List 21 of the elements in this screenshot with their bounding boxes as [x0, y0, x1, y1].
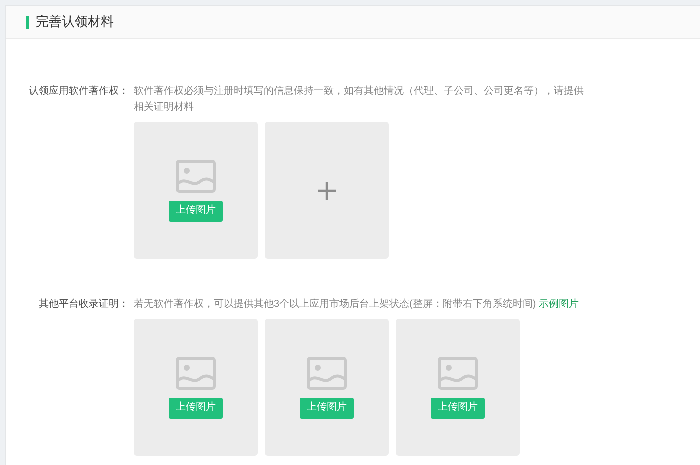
upload-button[interactable]: 上传图片	[169, 200, 223, 222]
field-hint: 软件著作权必须与注册时填写的信息保持一致，如有其他情况（代理、子公司、公司更名等），请提供相关证明材料	[134, 84, 584, 115]
field-label: 其他平台收录证明：	[39, 298, 129, 312]
upload-button[interactable]: 上传图片	[300, 398, 354, 418]
upload-tile[interactable]: 上传图片	[134, 122, 258, 259]
upload-button[interactable]: 上传图片	[431, 398, 485, 418]
upload-tile[interactable]: 上传图片	[265, 319, 389, 456]
section-title: 完善认领材料	[36, 13, 114, 32]
field-label: 认领应用软件著作权：	[29, 84, 129, 99]
plus-icon	[318, 182, 336, 200]
image-icon	[438, 356, 478, 390]
upload-tile[interactable]: 上传图片	[134, 319, 258, 456]
example-link[interactable]: 示例图片	[539, 299, 580, 310]
image-icon	[176, 356, 216, 390]
upload-button[interactable]: 上传图片	[169, 398, 223, 418]
accent-bar	[26, 16, 29, 28]
image-icon	[307, 356, 347, 390]
upload-tile[interactable]: 上传图片	[396, 319, 520, 456]
field-hint: 若无软件著作权，可以提供其他3个以上应用市场后台上架状态(整屏：附带右下角系统时间) 示例图片	[134, 298, 580, 312]
add-tile[interactable]	[265, 122, 389, 259]
image-icon	[176, 160, 216, 192]
